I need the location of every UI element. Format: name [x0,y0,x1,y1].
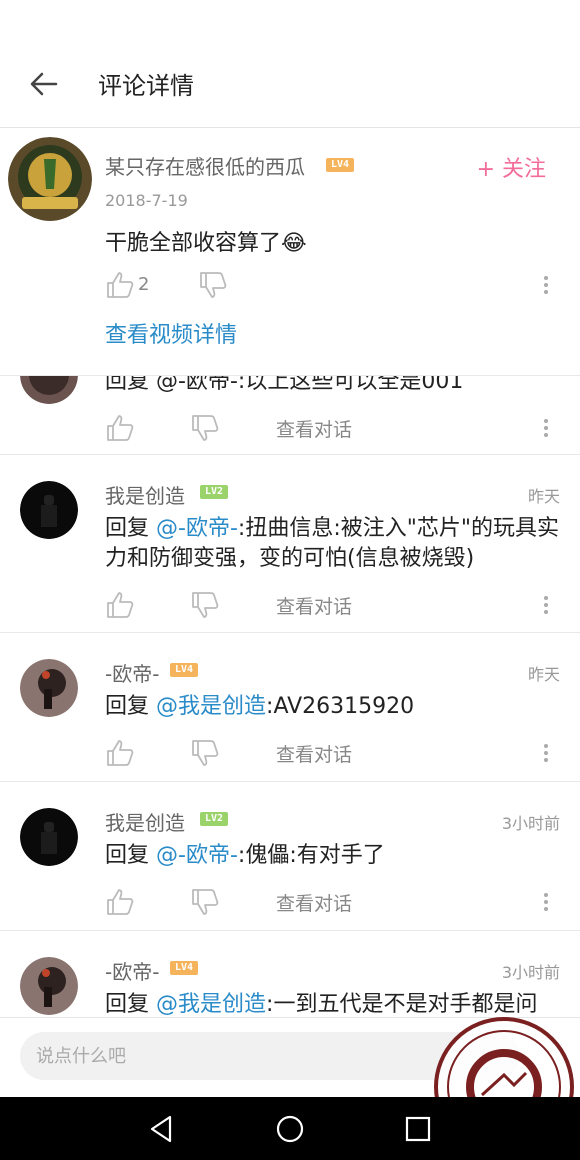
like-button[interactable] [105,887,135,917]
thumb-down-icon [192,740,219,766]
view-video-detail-link[interactable]: 查看视频详情 [105,317,237,349]
reply-item: -欧帝- LV4 3小时前 回复 @我是创造:一到五代是不是对手都是问 [0,930,580,1017]
reply-item: -欧帝- LV4 昨天 回复 @我是创造:AV26315920 查看对话 [0,632,580,781]
avatar[interactable] [20,376,78,404]
action-row: 2 [0,263,580,307]
page-title: 评论详情 [98,72,194,100]
avatar[interactable] [8,137,92,221]
status-bar [0,0,580,40]
reply-text: 回复 @-欧帝-:傀儡:有对手了 [105,843,385,868]
follow-button[interactable]: + 关注 [477,151,546,183]
dislike-button[interactable] [190,413,220,443]
like-count: 2 [138,274,150,295]
more-options-button[interactable] [540,741,552,767]
reply-time: 昨天 [527,487,560,506]
avatar[interactable] [20,808,78,866]
reply-text: 回复 @-欧帝-:以上这些可以全是001 [105,376,566,397]
view-conversation-link[interactable]: 查看对话 [276,415,352,442]
username[interactable]: 我是创造 [105,807,185,836]
back-button[interactable] [22,62,66,106]
mention-link[interactable]: @-欧帝- [156,516,238,541]
avatar[interactable] [20,481,78,539]
more-options-button[interactable] [540,593,552,619]
thumb-up-icon [107,415,134,441]
app-bar: 评论详情 [0,40,580,128]
dislike-button[interactable] [198,270,228,300]
reply-time: 昨天 [527,665,560,684]
square-recents-icon [405,1116,431,1142]
nav-back-button[interactable] [144,1111,180,1147]
thumb-down-icon [200,272,227,298]
thumb-down-icon [192,592,219,618]
reply-item: 我是创造 LV2 3小时前 回复 @-欧帝-:傀儡:有对手了 查看对话 [0,781,580,930]
like-button[interactable] [105,413,135,443]
circle-home-icon [276,1115,304,1143]
action-row: 查看对话 [0,882,580,926]
thumb-up-icon [107,740,134,766]
username[interactable]: 某只存在感很低的西瓜 [105,151,305,180]
reply-item: 回复 @-欧帝-:以上这些可以全是001 查看对话 [0,375,580,454]
view-conversation-link[interactable]: 查看对话 [276,592,352,619]
reply-time: 3小时前 [501,814,560,833]
level-badge: LV4 [170,663,198,677]
action-row: 查看对话 [0,408,580,452]
level-badge: LV4 [170,961,198,975]
system-navigation-bar [0,1097,580,1160]
nav-recents-button[interactable] [400,1111,436,1147]
thumb-down-icon [192,415,219,441]
username[interactable]: -欧帝- [105,956,159,985]
dislike-button[interactable] [190,738,220,768]
reply-text: 回复 @我是创造:一到五代是不是对手都是问 [105,992,538,1017]
username[interactable]: 我是创造 [105,480,185,509]
reply-item: 我是创造 LV2 昨天 回复 @-欧帝-:扭曲信息:被注入"芯片"的玩具实力和防… [0,454,580,632]
action-row: 查看对话 [0,585,580,629]
comment-text: 干脆全部收容算了😂 [105,231,307,256]
thumb-up-icon [107,272,134,298]
main-comment: 某只存在感很低的西瓜 LV4 + 关注 2018-7-19 干脆全部收容算了😂 … [0,129,580,374]
level-badge: LV2 [200,812,228,826]
level-badge: LV2 [200,485,228,499]
reply-time: 3小时前 [501,963,560,982]
dislike-button[interactable] [190,590,220,620]
more-options-button[interactable] [540,273,552,299]
username[interactable]: -欧帝- [105,658,159,687]
triangle-back-icon [150,1115,172,1143]
avatar[interactable] [20,957,78,1015]
view-conversation-link[interactable]: 查看对话 [276,889,352,916]
back-arrow-icon [30,72,58,96]
mention-link[interactable]: @我是创造 [156,992,266,1017]
like-button[interactable] [105,590,135,620]
thumb-down-icon [192,889,219,915]
level-badge: LV4 [326,158,354,172]
action-row: 查看对话 [0,733,580,777]
view-conversation-link[interactable]: 查看对话 [276,740,352,767]
more-options-button[interactable] [540,890,552,916]
mention-link[interactable]: @-欧帝- [156,376,238,394]
mention-link[interactable]: @我是创造 [156,694,266,719]
reply-text: 回复 @-欧帝-:扭曲信息:被注入"芯片"的玩具实力和防御变强，变的可怕(信息被… [105,516,559,571]
like-button[interactable] [105,270,135,300]
avatar[interactable] [20,659,78,717]
nav-home-button[interactable] [272,1111,308,1147]
comment-date: 2018-7-19 [105,191,188,210]
like-button[interactable] [105,738,135,768]
thumb-up-icon [107,592,134,618]
more-options-button[interactable] [540,416,552,442]
dislike-button[interactable] [190,887,220,917]
mention-link[interactable]: @-欧帝- [156,843,238,868]
reply-text: 回复 @我是创造:AV26315920 [105,694,415,719]
thumb-up-icon [107,889,134,915]
